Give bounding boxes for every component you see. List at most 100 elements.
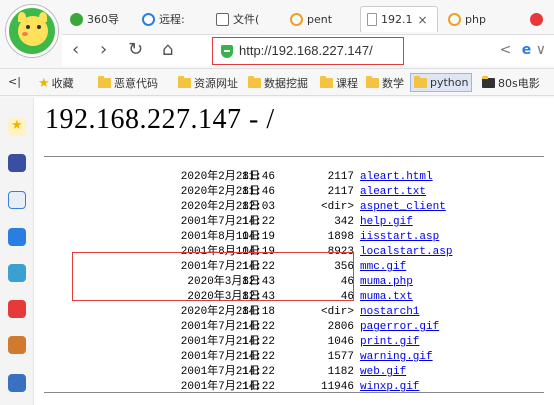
shield-icon <box>221 45 233 58</box>
tab-label: php <box>465 12 486 26</box>
bookmark-folder[interactable]: 数据挖掘 <box>248 75 308 91</box>
list-item: 2020年2月28日 14:18 <dir> nostarch1 <box>44 305 544 320</box>
folder-icon <box>414 75 427 88</box>
bookmark-label: 数学 <box>382 77 404 90</box>
entry-size: 2117 <box>327 186 354 198</box>
entry-link[interactable]: warning.gif <box>360 350 433 365</box>
list-item: 2001年7月21日 14:22 1046 print.gif <box>44 335 544 350</box>
bookmark-folder-python[interactable]: python <box>410 73 473 92</box>
close-tab-icon[interactable]: × <box>418 13 428 27</box>
tab-label: 远程: <box>159 13 185 26</box>
tab-label: 192.1 <box>381 13 413 26</box>
entry-link[interactable]: muma.php <box>360 275 413 290</box>
annotation-highlight-box <box>72 252 354 301</box>
tab-file[interactable]: 文件( <box>210 6 282 32</box>
entry-link[interactable]: muma.txt <box>360 290 413 305</box>
tab-360[interactable]: 360导 <box>64 6 134 32</box>
folder-icon <box>98 76 111 88</box>
entry-link[interactable]: aleart.txt <box>360 185 426 200</box>
chat-icon[interactable] <box>8 228 26 246</box>
chevron-down-icon[interactable]: ∨ <box>536 42 546 58</box>
game3-icon[interactable] <box>8 374 26 392</box>
entry-link[interactable]: localstart.asp <box>360 245 452 260</box>
list-item: 2020年2月28日 11:46 2117 aleart.html <box>44 170 544 185</box>
entry-time: 14:22 <box>242 366 276 378</box>
folder-icon <box>178 76 191 88</box>
tab-pent[interactable]: pent <box>284 6 356 32</box>
search-engine-icon[interactable]: e <box>522 42 532 58</box>
entry-link[interactable]: web.gif <box>360 365 406 380</box>
tab-remote[interactable]: 远程: <box>136 6 208 32</box>
address-url[interactable]: http://192.168.227.147/ <box>239 43 373 58</box>
entry-link[interactable]: print.gif <box>360 335 419 350</box>
bookmark-label: 恶意代码 <box>114 77 158 90</box>
entry-size: 2117 <box>327 171 354 183</box>
entry-size: 342 <box>334 216 354 228</box>
entry-link[interactable]: aspnet_client <box>360 200 446 215</box>
list-item: 2001年7月21日 14:22 342 help.gif <box>44 215 544 230</box>
browser-logo[interactable] <box>6 5 58 57</box>
film-icon <box>482 76 495 88</box>
favorites-icon[interactable]: ★ <box>8 118 26 136</box>
bookmark-folder[interactable]: 资源网址 <box>178 75 238 91</box>
back-button[interactable]: ‹ <box>72 40 79 60</box>
browser-chrome: 360导 远程: 文件( pent 192.1 × php ‹ › ↻ ⌂ ht… <box>0 0 554 98</box>
entry-link[interactable]: iisstart.asp <box>360 230 439 245</box>
entry-size: 1577 <box>327 351 354 363</box>
bookmark-80s[interactable]: 80s电影 <box>482 75 540 91</box>
sidebar: ★ <box>0 98 34 405</box>
entry-link[interactable]: pagerror.gif <box>360 320 439 335</box>
game-icon[interactable] <box>8 264 26 282</box>
entry-time: 14:22 <box>242 336 276 348</box>
tab-php[interactable]: php <box>442 6 508 32</box>
bookmark-label: 课程 <box>336 77 358 90</box>
entry-size: 2806 <box>327 321 354 333</box>
news-icon[interactable] <box>8 154 26 172</box>
folder-icon <box>248 76 261 88</box>
folder-icon <box>366 76 379 88</box>
tab-strip: 360导 远程: 文件( pent 192.1 × php <box>64 6 554 32</box>
bookmark-label: 资源网址 <box>194 77 238 90</box>
entry-time: 11:46 <box>242 186 276 198</box>
entry-link[interactable]: nostarch1 <box>360 305 419 320</box>
sidebar-toggle-icon[interactable]: <| <box>8 75 21 88</box>
bookmark-label: 80s电影 <box>498 77 540 90</box>
entry-time: 14:22 <box>242 351 276 363</box>
bookmark-folder[interactable]: 恶意代码 <box>98 75 158 91</box>
list-item: 2001年7月21日 14:22 1182 web.gif <box>44 365 544 380</box>
list-item: 2001年7月21日 14:22 2806 pagerror.gif <box>44 320 544 335</box>
tab-label: 360导 <box>87 13 119 26</box>
forward-button[interactable]: › <box>100 40 107 60</box>
bookmark-label: 数据挖掘 <box>264 77 308 90</box>
address-bar[interactable]: http://192.168.227.147/ <box>212 37 404 65</box>
divider <box>44 156 544 157</box>
entry-size: <dir> <box>320 201 354 213</box>
entry-link[interactable]: mmc.gif <box>360 260 406 275</box>
entry-link[interactable]: aleart.html <box>360 170 433 185</box>
tab-active[interactable]: 192.1 × <box>360 6 438 32</box>
tab-more[interactable] <box>524 6 550 32</box>
bookmark-label: python <box>430 76 469 89</box>
star-icon: ★ <box>38 75 50 91</box>
reload-button[interactable]: ↻ <box>128 40 143 60</box>
entry-time: 14:22 <box>242 321 276 333</box>
red-app-icon[interactable] <box>8 300 26 318</box>
game2-icon[interactable] <box>8 336 26 354</box>
list-item: 2020年2月28日 11:46 2117 aleart.txt <box>44 185 544 200</box>
entry-time: 14:22 <box>242 216 276 228</box>
page-title: 192.168.227.147 - / <box>45 104 275 135</box>
bookmark-favorites[interactable]: ★ 收藏 <box>38 75 74 91</box>
bookmarks-bar: <| ★ 收藏 恶意代码 资源网址 数据挖掘 课程 数学 python 80s电… <box>0 68 554 96</box>
360-icon <box>70 12 83 26</box>
divider <box>44 392 544 393</box>
nav-right-tools: < e ∨ <box>500 42 546 58</box>
home-button[interactable]: ⌂ <box>162 40 173 60</box>
share-icon[interactable]: < <box>500 42 512 58</box>
bookmark-label: 收藏 <box>51 77 74 90</box>
entry-size: 1182 <box>327 366 354 378</box>
entry-link[interactable]: help.gif <box>360 215 413 230</box>
bookmark-folder[interactable]: 课程 <box>320 75 358 91</box>
notes-icon[interactable] <box>8 191 26 209</box>
bookmark-folder[interactable]: 数学 <box>366 75 404 91</box>
entry-size: 1898 <box>327 231 354 243</box>
